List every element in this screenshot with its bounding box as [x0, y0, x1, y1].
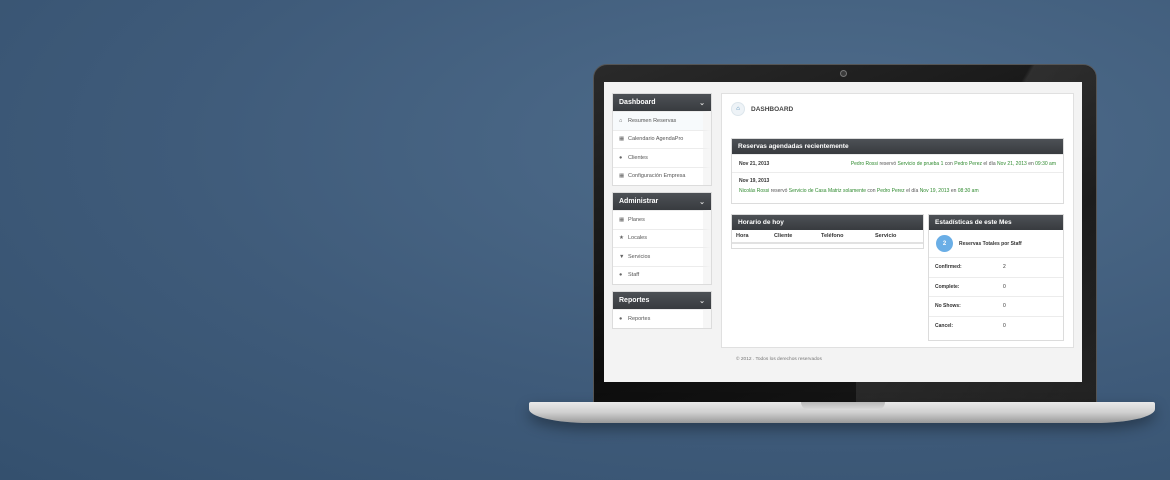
user-icon: ●: [619, 272, 623, 279]
column-header[interactable]: Servicio: [875, 233, 896, 239]
sidebar-section-title: Reportes: [619, 297, 650, 304]
reservation-day: Nov 19, 2013: [919, 188, 950, 194]
calendar-icon: ▦: [619, 136, 625, 143]
schedule-panel: Horario de hoy Hora Cliente Teléfono Ser…: [731, 214, 924, 249]
service-link[interactable]: Servicio de prueba 1: [898, 161, 944, 167]
sidebar-section-header[interactable]: Dashboard ⌄: [613, 94, 711, 111]
laptop-screen: Dashboard ⌄ ⌂ Resumen Reservas ▦ Calenda…: [604, 82, 1082, 382]
stat-row: No Shows: 0: [929, 297, 1063, 317]
stat-value: 0: [1003, 283, 1006, 290]
reservation-description: Nicolás Rossi reservó Servicio de Casa M…: [739, 188, 1056, 194]
sidebar-item-label: Clientes: [628, 154, 648, 161]
user-icon: ●: [619, 154, 623, 161]
text: en: [950, 188, 957, 194]
home-icon: ⌂: [619, 117, 623, 124]
calendar-icon: ▦: [619, 216, 625, 223]
shield-icon: ▼: [619, 253, 625, 260]
sidebar-section-title: Administrar: [619, 198, 659, 205]
column-header[interactable]: Hora: [736, 233, 774, 239]
stat-row: Complete: 0: [929, 278, 1063, 297]
recent-reservations-title: Reservas agendadas recientemente: [732, 139, 1063, 154]
sidebar-item-label: Resumen Reservas: [628, 117, 677, 124]
stat-row: Cancel: 0: [929, 317, 1063, 337]
stats-title: Estadísticas de este Mes: [929, 215, 1063, 230]
sidebar-section-administrar: Administrar ⌄ ▦ Planes ★ Locales ▼ Servi…: [612, 192, 712, 285]
calendar-icon: ▦: [619, 173, 625, 180]
sidebar-item-locales[interactable]: ★ Locales: [613, 228, 711, 247]
laptop-base: [529, 402, 1155, 423]
sidebar-item-configuracion[interactable]: ▦ Configuración Empresa: [613, 166, 711, 185]
sidebar-item-planes[interactable]: ▦ Planes: [613, 210, 711, 229]
sidebar-section-dashboard: Dashboard ⌄ ⌂ Resumen Reservas ▦ Calenda…: [612, 93, 712, 186]
list-item: Nov 21, 2013 Pedro Rossi reservó Servici…: [732, 154, 1063, 172]
total-count-badge: 2: [936, 235, 953, 252]
table-header: Hora Cliente Teléfono Servicio: [732, 230, 923, 244]
reservation-day: Nov 21, 2013: [997, 160, 1027, 167]
sidebar-item-clientes[interactable]: ● Clientes: [613, 148, 711, 167]
footer-copyright: © 2012 . Todos los derechos reservados: [736, 357, 822, 362]
text: el día: [906, 188, 919, 194]
sidebar-item-calendario[interactable]: ▦ Calendario AgendaPro: [613, 129, 711, 148]
client-link[interactable]: Nicolás Rossi: [739, 188, 769, 194]
sidebar-section-title: Dashboard: [619, 99, 656, 106]
stat-label: Cancel:: [935, 323, 954, 330]
home-icon: ⌂: [731, 102, 745, 116]
column-header[interactable]: Teléfono: [821, 233, 875, 239]
sidebar-item-label: Locales: [628, 235, 647, 242]
text: en: [1028, 160, 1034, 167]
sidebar-section-reportes: Reportes ⌄ ● Reportes: [612, 291, 712, 329]
client-link[interactable]: Pedro Rossi: [851, 161, 878, 167]
camera-icon: [840, 70, 847, 77]
stats-total: 2 Reservas Totales por Staff: [929, 230, 1063, 258]
text: con: [867, 188, 876, 194]
text: el día: [983, 160, 996, 167]
reservation-description: Pedro Rossi reservó Servicio de prueba 1…: [851, 161, 1056, 167]
stat-row: Confirmed: 2: [929, 258, 1063, 278]
laptop-notch: [801, 402, 885, 410]
stat-value: 0: [1003, 323, 1006, 330]
reservation-date: Nov 21, 2013: [739, 160, 770, 167]
service-link[interactable]: Servicio de Casa Matriz solamente: [789, 188, 866, 194]
sidebar: Dashboard ⌄ ⌂ Resumen Reservas ▦ Calenda…: [612, 93, 712, 335]
user-icon: ●: [619, 315, 623, 322]
sidebar-item-label: Calendario AgendaPro: [628, 136, 684, 143]
stat-value: 2: [1003, 264, 1006, 271]
page-title: DASHBOARD: [751, 105, 794, 113]
staff-link[interactable]: Pedro Perez: [954, 161, 982, 167]
text: reservó: [770, 188, 788, 194]
column-header[interactable]: Cliente: [774, 233, 821, 239]
sidebar-item-label: Staff: [628, 272, 640, 279]
stat-label: Complete:: [935, 283, 960, 290]
sidebar-item-servicios[interactable]: ▼ Servicios: [613, 247, 711, 266]
star-icon: ★: [619, 235, 624, 242]
schedule-title: Horario de hoy: [732, 215, 923, 230]
page-header: ⌂ DASHBOARD: [731, 102, 793, 116]
sidebar-item-reportes[interactable]: ● Reportes: [613, 309, 711, 328]
sidebar-section-header[interactable]: Administrar ⌄: [613, 193, 711, 210]
text: con: [944, 160, 953, 167]
sidebar-item-label: Reportes: [628, 315, 651, 322]
sidebar-section-header[interactable]: Reportes ⌄: [613, 292, 711, 309]
stat-label: Confirmed:: [935, 264, 962, 271]
sidebar-item-label: Configuración Empresa: [628, 173, 686, 180]
main-content: ⌂ DASHBOARD Reservas agendadas recientem…: [721, 93, 1074, 348]
total-label: Reservas Totales por Staff: [959, 240, 1022, 247]
chevron-down-icon[interactable]: ⌄: [699, 297, 705, 305]
stats-panel: Estadísticas de este Mes 2 Reservas Tota…: [928, 214, 1064, 341]
chevron-down-icon[interactable]: ⌄: [699, 99, 705, 107]
recent-reservations-panel: Reservas agendadas recientemente Nov 21,…: [731, 138, 1064, 204]
sidebar-item-label: Planes: [628, 216, 645, 223]
reservation-date: Nov 19, 2013: [739, 178, 770, 184]
text: reservó: [879, 160, 897, 167]
list-item: Nov 19, 2013 Nicolás Rossi reservó Servi…: [732, 172, 1063, 199]
sidebar-item-label: Servicios: [628, 253, 651, 260]
reservation-time: 08:30 am: [957, 188, 979, 194]
staff-link[interactable]: Pedro Perez: [877, 188, 905, 194]
sidebar-item-staff[interactable]: ● Staff: [613, 265, 711, 284]
stat-value: 0: [1003, 303, 1006, 310]
stat-label: No Shows:: [935, 303, 961, 310]
sidebar-item-resumen-reservas[interactable]: ⌂ Resumen Reservas: [613, 111, 711, 130]
chevron-down-icon[interactable]: ⌄: [699, 198, 705, 206]
reservation-time: 09:30 am: [1035, 160, 1056, 167]
